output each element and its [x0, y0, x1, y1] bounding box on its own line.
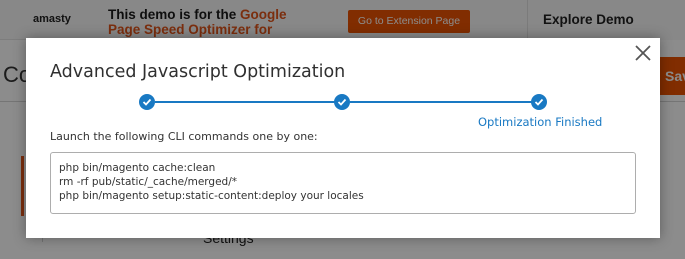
step-connector [155, 101, 343, 103]
check-icon [534, 98, 544, 106]
step-connector [350, 101, 533, 103]
instruction-text: Launch the following CLI commands one by… [50, 130, 318, 143]
check-icon [142, 98, 152, 106]
cli-command: rm -rf pub/static/_cache/merged/* [59, 176, 238, 188]
step-label-finished: Optimization Finished [478, 115, 603, 129]
cli-command: php bin/magento setup:static-content:dep… [59, 190, 364, 202]
page: amasty This demo is for the Google Page … [0, 0, 685, 259]
progress-steps: Optimization Finished [26, 38, 660, 138]
check-icon [337, 98, 347, 106]
cli-commands-box[interactable]: php bin/magento cache:clean rm -rf pub/s… [50, 152, 636, 214]
cli-command: php bin/magento cache:clean [59, 162, 216, 174]
step-complete-indicator [531, 94, 547, 110]
step-complete-indicator [334, 94, 350, 110]
step-complete-indicator [139, 94, 155, 110]
optimization-modal: Advanced Javascript Optimization Optimiz… [26, 38, 660, 238]
